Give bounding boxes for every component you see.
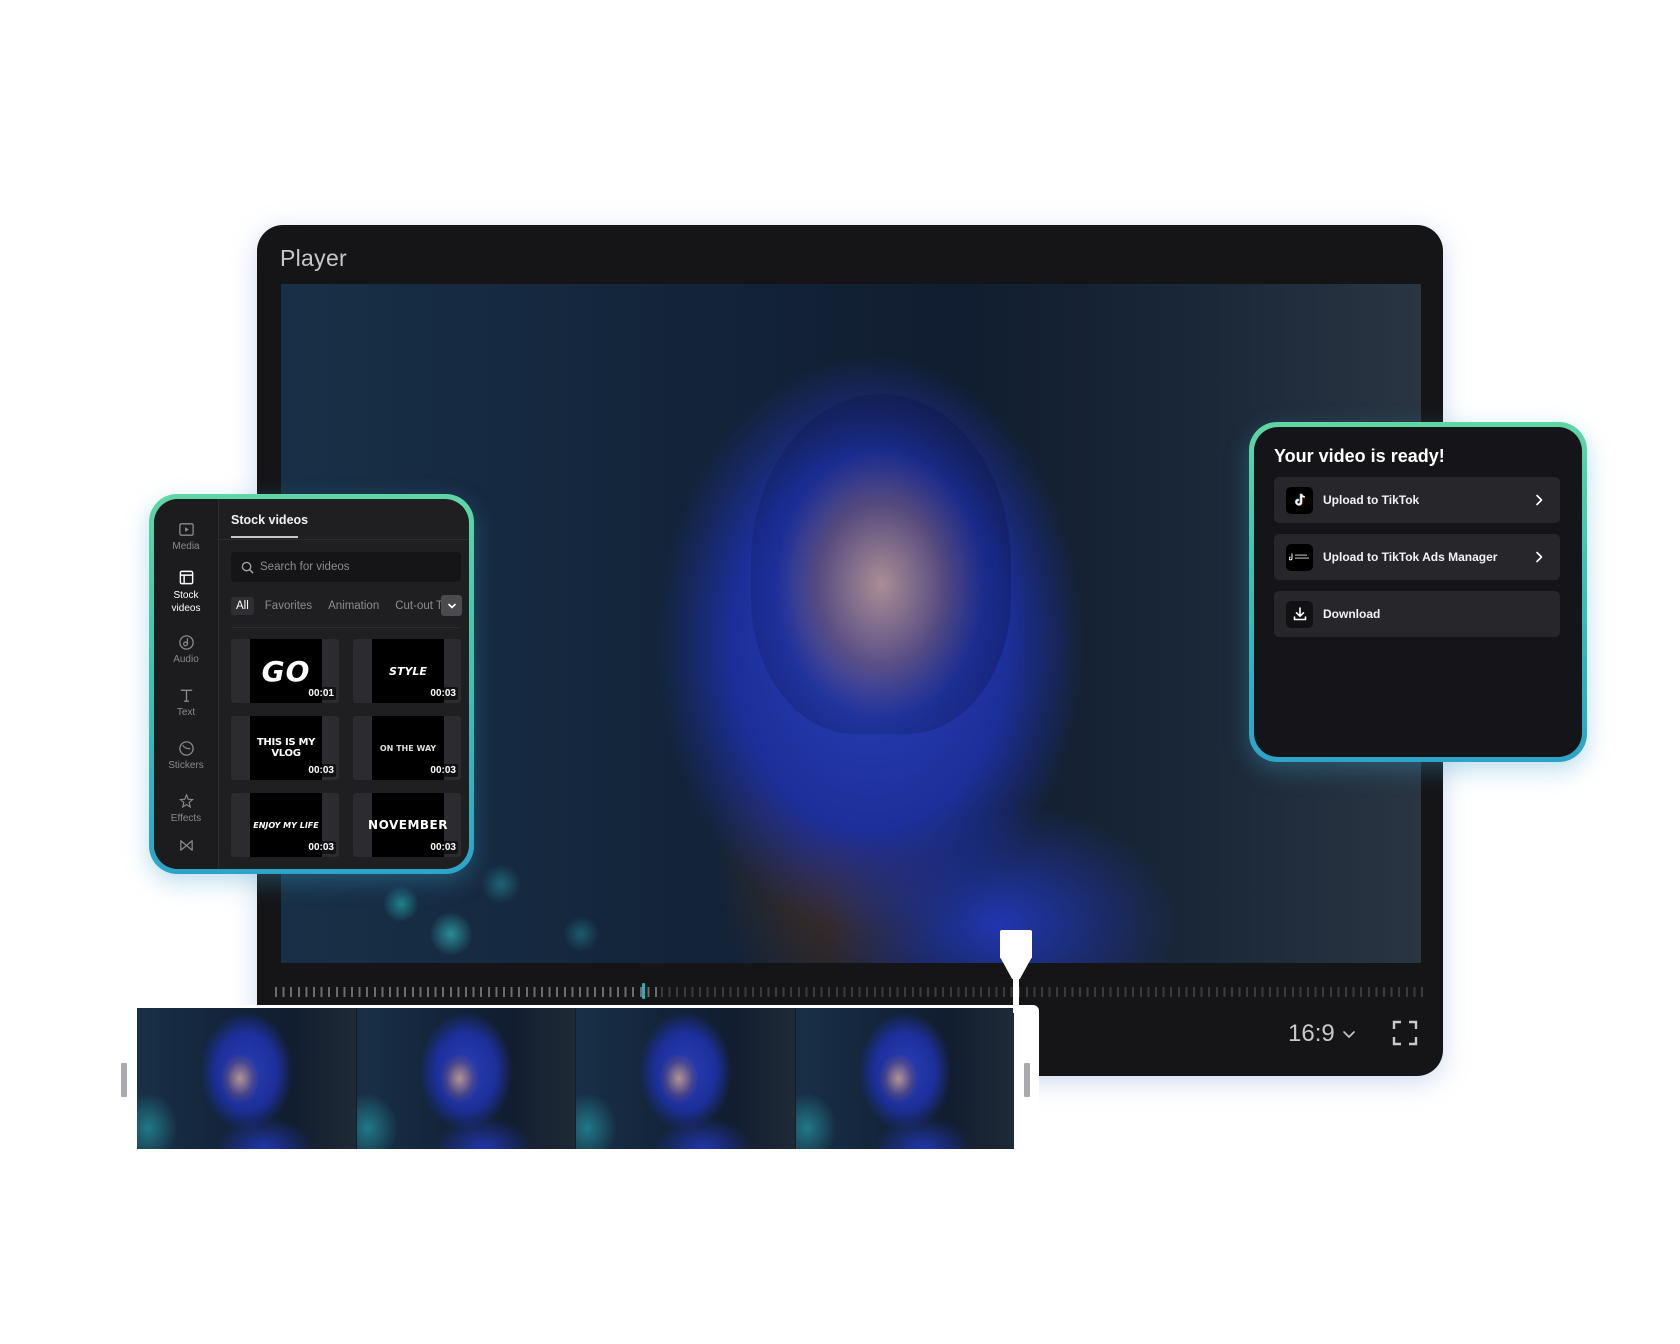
rail-item-stickers[interactable]: Stickers xyxy=(154,740,218,771)
filter-chips: All Favorites Animation Cut-out T xyxy=(231,595,463,617)
filmstrip-frame xyxy=(794,1008,1014,1149)
download-icon xyxy=(1286,600,1313,628)
export-ready-panel: Your video is ready! Upload to TikTok Up… xyxy=(1249,422,1587,762)
transitions-icon xyxy=(179,840,193,851)
button-label: Download xyxy=(1323,607,1381,621)
timeline-progress-marker xyxy=(642,983,645,999)
stock-videos-icon xyxy=(179,570,193,585)
trim-handle-left[interactable] xyxy=(121,1063,127,1097)
chevron-right-icon xyxy=(1536,551,1543,563)
player-title: Player xyxy=(280,245,347,271)
aspect-ratio-value: 16:9 xyxy=(1288,1020,1335,1047)
effects-icon xyxy=(178,793,194,809)
duration-badge: 00:01 xyxy=(306,687,336,700)
duration-badge: 00:03 xyxy=(306,764,336,777)
rail-item-stock-videos[interactable]: Stock videos xyxy=(154,569,218,615)
side-rail: Media Stock videos Audio Text Stickers E… xyxy=(154,499,219,869)
filter-chip-all[interactable]: All xyxy=(231,597,254,615)
stock-video-item[interactable]: NOVEMBER 00:03 xyxy=(353,793,461,857)
export-ready-title: Your video is ready! xyxy=(1274,446,1445,466)
divider xyxy=(231,627,459,628)
chevron-right-icon xyxy=(1536,494,1543,506)
filmstrip-track[interactable] xyxy=(137,1008,1014,1149)
fullscreen-icon[interactable] xyxy=(1392,1020,1418,1046)
media-icon xyxy=(178,523,194,536)
stock-videos-content: Stock videos Search for videos All Favor… xyxy=(219,499,469,869)
more-filters-button[interactable] xyxy=(441,595,462,616)
rail-item-audio[interactable]: Audio xyxy=(154,634,218,665)
divider xyxy=(219,539,469,540)
upload-to-tiktok-ads-manager-button[interactable]: Upload to TikTok Ads Manager xyxy=(1274,534,1560,580)
chevron-down-icon xyxy=(447,603,456,609)
filmstrip-frame xyxy=(575,1008,795,1149)
stock-video-item[interactable]: ON THE WAY 00:03 xyxy=(353,716,461,780)
filter-chip-favorites[interactable]: Favorites xyxy=(260,597,317,615)
chevron-down-icon xyxy=(1342,1031,1355,1038)
stock-video-item[interactable]: ENJOY MY LIFE 00:03 xyxy=(231,793,339,857)
tiktok-icon xyxy=(1286,486,1313,514)
filmstrip-frame xyxy=(355,1008,575,1149)
timeline-ruler-remaining[interactable] xyxy=(661,987,1425,997)
text-icon xyxy=(180,689,192,702)
playhead-handle[interactable] xyxy=(1000,930,1032,958)
download-button[interactable]: Download xyxy=(1274,591,1560,637)
search-icon xyxy=(241,561,254,573)
filter-chip-animation[interactable]: Animation xyxy=(323,597,384,615)
stock-video-item[interactable]: STYLE 00:03 xyxy=(353,639,461,703)
upload-to-tiktok-button[interactable]: Upload to TikTok xyxy=(1274,477,1560,523)
rail-label: Media xyxy=(172,541,200,552)
rail-item-text[interactable]: Text xyxy=(154,687,218,718)
rail-label: Text xyxy=(176,707,196,718)
stock-videos-panel: Media Stock videos Audio Text Stickers E… xyxy=(149,494,474,874)
aspect-ratio-dropdown[interactable]: 16:9 xyxy=(1288,1020,1357,1048)
rail-label: Stickers xyxy=(168,760,204,771)
stock-video-grid: GO 00:01 STYLE 00:03 THIS IS MY VLOG 00:… xyxy=(231,639,463,857)
video-subject-shading xyxy=(751,394,1011,734)
rail-label: Effects xyxy=(170,813,202,824)
audio-icon xyxy=(178,635,194,650)
filter-chip-cut-out[interactable]: Cut-out T xyxy=(390,597,448,615)
rail-label: Audio xyxy=(173,654,199,665)
rail-item-effects[interactable]: Effects xyxy=(154,793,218,824)
rail-item-media[interactable]: Media xyxy=(154,521,218,552)
stock-video-item[interactable]: GO 00:01 xyxy=(231,639,339,703)
button-label: Upload to TikTok xyxy=(1323,493,1420,507)
tab-stock-videos[interactable]: Stock videos xyxy=(231,513,308,527)
duration-badge: 00:03 xyxy=(428,687,458,700)
rail-label: Stock videos xyxy=(171,590,201,614)
search-placeholder: Search for videos xyxy=(260,561,350,573)
stock-video-item[interactable]: THIS IS MY VLOG 00:03 xyxy=(231,716,339,780)
duration-badge: 00:03 xyxy=(428,764,458,777)
trim-handle-right[interactable] xyxy=(1024,1063,1030,1097)
duration-badge: 00:03 xyxy=(428,841,458,854)
playhead-line[interactable] xyxy=(1013,978,1019,1013)
button-label: Upload to TikTok Ads Manager xyxy=(1323,550,1498,564)
tiktok-ads-manager-icon xyxy=(1286,543,1313,571)
rail-item-transitions[interactable] xyxy=(154,837,218,857)
filmstrip-frame xyxy=(137,1008,356,1149)
active-tab-indicator xyxy=(231,536,298,538)
stickers-icon xyxy=(178,741,194,756)
duration-badge: 00:03 xyxy=(306,841,336,854)
timeline-ruler-played[interactable] xyxy=(275,987,661,997)
search-input[interactable]: Search for videos xyxy=(231,552,461,582)
